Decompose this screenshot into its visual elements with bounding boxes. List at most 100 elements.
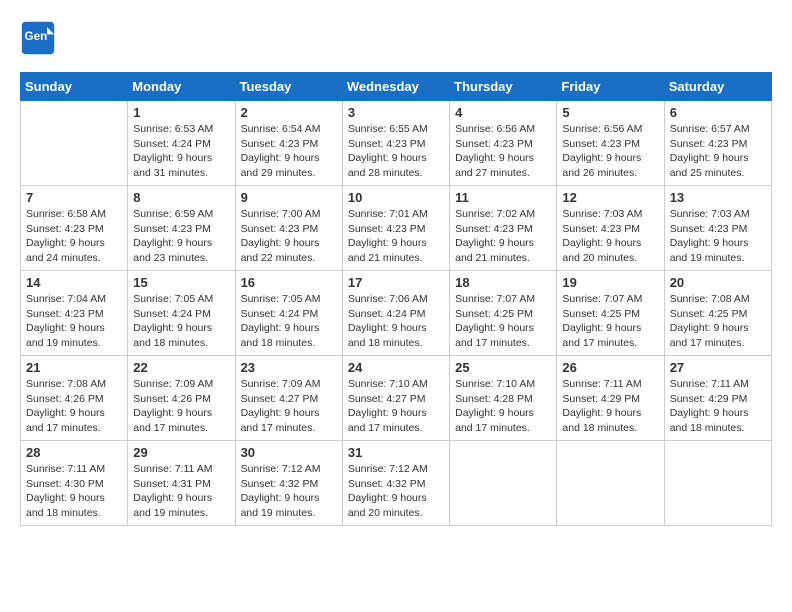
calendar-cell [557,441,664,526]
calendar-cell: 3 Sunrise: 6:55 AM Sunset: 4:23 PM Daylig… [342,101,449,186]
calendar-table: SundayMondayTuesdayWednesdayThursdayFrid… [20,72,772,526]
calendar-cell: 22 Sunrise: 7:09 AM Sunset: 4:26 PM Dayli… [128,356,235,441]
calendar-cell: 27 Sunrise: 7:11 AM Sunset: 4:29 PM Dayli… [664,356,771,441]
day-info: Sunrise: 7:03 AM Sunset: 4:23 PM Dayligh… [562,207,658,266]
day-number: 29 [133,445,229,460]
day-number: 20 [670,275,766,290]
calendar-cell: 29 Sunrise: 7:11 AM Sunset: 4:31 PM Dayli… [128,441,235,526]
day-info: Sunrise: 7:07 AM Sunset: 4:25 PM Dayligh… [562,292,658,351]
calendar-cell: 15Sunrise: 7:05 AM Sunset: 4:24 PM Dayli… [128,271,235,356]
col-header-wednesday: Wednesday [342,73,449,101]
day-number: 30 [241,445,337,460]
calendar-cell: 13 Sunrise: 7:03 AM Sunset: 4:23 PM Dayli… [664,186,771,271]
day-info: Sunrise: 7:00 AM Sunset: 4:23 PM Dayligh… [241,207,337,266]
day-number: 22 [133,360,229,375]
calendar-cell: 7 Sunrise: 6:58 AM Sunset: 4:23 PM Daylig… [21,186,128,271]
day-number: 17 [348,275,444,290]
calendar-cell: 5 Sunrise: 6:56 AM Sunset: 4:23 PM Daylig… [557,101,664,186]
day-info: Sunrise: 7:09 AM Sunset: 4:27 PM Dayligh… [241,377,337,436]
calendar-cell: 30 Sunrise: 7:12 AM Sunset: 4:32 PM Dayli… [235,441,342,526]
calendar-cell: 31 Sunrise: 7:12 AM Sunset: 4:32 PM Dayli… [342,441,449,526]
calendar-cell: 26Sunrise: 7:11 AM Sunset: 4:29 PM Dayli… [557,356,664,441]
calendar-cell: 16Sunrise: 7:05 AM Sunset: 4:24 PM Dayli… [235,271,342,356]
day-info: Sunrise: 7:05 AM Sunset: 4:24 PM Dayligh… [133,292,229,351]
day-info: Sunrise: 7:11 AM Sunset: 4:30 PM Dayligh… [26,462,122,521]
day-number: 13 [670,190,766,205]
day-number: 23 [241,360,337,375]
day-number: 25 [455,360,551,375]
day-number: 24 [348,360,444,375]
calendar-cell: 10 Sunrise: 7:01 AM Sunset: 4:23 PM Dayli… [342,186,449,271]
page-header: Gen [20,20,772,56]
week-row-4: 21 Sunrise: 7:08 AM Sunset: 4:26 PM Dayli… [21,356,772,441]
day-number: 2 [241,105,337,120]
calendar-cell: 4 Sunrise: 6:56 AM Sunset: 4:23 PM Daylig… [450,101,557,186]
calendar-cell [664,441,771,526]
day-info: Sunrise: 7:03 AM Sunset: 4:23 PM Dayligh… [670,207,766,266]
calendar-cell: 17Sunrise: 7:06 AM Sunset: 4:24 PM Dayli… [342,271,449,356]
day-info: Sunrise: 6:57 AM Sunset: 4:23 PM Dayligh… [670,122,766,181]
day-number: 27 [670,360,766,375]
day-info: Sunrise: 7:02 AM Sunset: 4:23 PM Dayligh… [455,207,551,266]
day-number: 1 [133,105,229,120]
day-number: 31 [348,445,444,460]
calendar-cell: 6 Sunrise: 6:57 AM Sunset: 4:23 PM Daylig… [664,101,771,186]
day-info: Sunrise: 7:08 AM Sunset: 4:26 PM Dayligh… [26,377,122,436]
calendar-cell: 11 Sunrise: 7:02 AM Sunset: 4:23 PM Dayli… [450,186,557,271]
day-info: Sunrise: 7:12 AM Sunset: 4:32 PM Dayligh… [348,462,444,521]
calendar-cell: 19Sunrise: 7:07 AM Sunset: 4:25 PM Dayli… [557,271,664,356]
col-header-tuesday: Tuesday [235,73,342,101]
day-number: 7 [26,190,122,205]
calendar-cell: 28 Sunrise: 7:11 AM Sunset: 4:30 PM Dayli… [21,441,128,526]
calendar-cell: 12 Sunrise: 7:03 AM Sunset: 4:23 PM Dayli… [557,186,664,271]
day-info: Sunrise: 7:09 AM Sunset: 4:26 PM Dayligh… [133,377,229,436]
day-number: 12 [562,190,658,205]
week-row-5: 28 Sunrise: 7:11 AM Sunset: 4:30 PM Dayli… [21,441,772,526]
col-header-friday: Friday [557,73,664,101]
day-number: 3 [348,105,444,120]
day-info: Sunrise: 6:58 AM Sunset: 4:23 PM Dayligh… [26,207,122,266]
day-info: Sunrise: 6:59 AM Sunset: 4:23 PM Dayligh… [133,207,229,266]
col-header-sunday: Sunday [21,73,128,101]
day-number: 26 [562,360,658,375]
logo: Gen [20,20,60,56]
week-row-1: 1 Sunrise: 6:53 AM Sunset: 4:24 PM Daylig… [21,101,772,186]
col-header-monday: Monday [128,73,235,101]
day-number: 16 [241,275,337,290]
day-number: 4 [455,105,551,120]
day-info: Sunrise: 7:12 AM Sunset: 4:32 PM Dayligh… [241,462,337,521]
day-info: Sunrise: 7:04 AM Sunset: 4:23 PM Dayligh… [26,292,122,351]
svg-text:Gen: Gen [25,30,48,43]
calendar-cell: 20 Sunrise: 7:08 AM Sunset: 4:25 PM Dayli… [664,271,771,356]
day-number: 11 [455,190,551,205]
day-info: Sunrise: 7:01 AM Sunset: 4:23 PM Dayligh… [348,207,444,266]
day-number: 6 [670,105,766,120]
day-info: Sunrise: 6:54 AM Sunset: 4:23 PM Dayligh… [241,122,337,181]
day-number: 14 [26,275,122,290]
day-number: 5 [562,105,658,120]
day-number: 10 [348,190,444,205]
week-row-3: 14 Sunrise: 7:04 AM Sunset: 4:23 PM Dayli… [21,271,772,356]
day-info: Sunrise: 7:08 AM Sunset: 4:25 PM Dayligh… [670,292,766,351]
day-info: Sunrise: 6:56 AM Sunset: 4:23 PM Dayligh… [562,122,658,181]
week-row-2: 7 Sunrise: 6:58 AM Sunset: 4:23 PM Daylig… [21,186,772,271]
calendar-cell: 24 Sunrise: 7:10 AM Sunset: 4:27 PM Dayli… [342,356,449,441]
day-info: Sunrise: 6:55 AM Sunset: 4:23 PM Dayligh… [348,122,444,181]
calendar-cell: 14 Sunrise: 7:04 AM Sunset: 4:23 PM Dayli… [21,271,128,356]
day-number: 28 [26,445,122,460]
calendar-cell: 8Sunrise: 6:59 AM Sunset: 4:23 PM Daylig… [128,186,235,271]
calendar-cell: 1 Sunrise: 6:53 AM Sunset: 4:24 PM Daylig… [128,101,235,186]
calendar-cell: 21 Sunrise: 7:08 AM Sunset: 4:26 PM Dayli… [21,356,128,441]
calendar-header-row: SundayMondayTuesdayWednesdayThursdayFrid… [21,73,772,101]
day-number: 9 [241,190,337,205]
day-info: Sunrise: 7:10 AM Sunset: 4:27 PM Dayligh… [348,377,444,436]
day-number: 21 [26,360,122,375]
calendar-cell [21,101,128,186]
day-info: Sunrise: 7:10 AM Sunset: 4:28 PM Dayligh… [455,377,551,436]
day-info: Sunrise: 7:11 AM Sunset: 4:31 PM Dayligh… [133,462,229,521]
calendar-cell: 2 Sunrise: 6:54 AM Sunset: 4:23 PM Daylig… [235,101,342,186]
day-info: Sunrise: 6:56 AM Sunset: 4:23 PM Dayligh… [455,122,551,181]
day-info: Sunrise: 6:53 AM Sunset: 4:24 PM Dayligh… [133,122,229,181]
day-info: Sunrise: 7:11 AM Sunset: 4:29 PM Dayligh… [670,377,766,436]
calendar-cell [450,441,557,526]
